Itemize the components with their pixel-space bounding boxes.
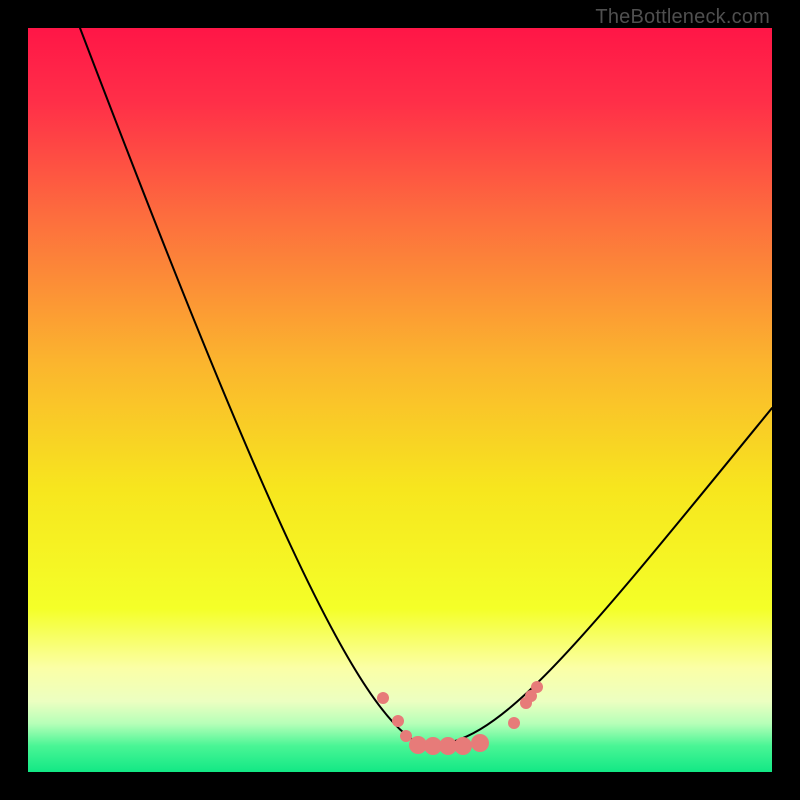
- data-marker: [471, 734, 489, 752]
- data-marker: [531, 681, 543, 693]
- chart-curve-layer: [28, 28, 772, 772]
- bottleneck-curve: [80, 28, 772, 746]
- data-marker: [454, 737, 472, 755]
- chart-frame: TheBottleneck.com: [0, 0, 800, 800]
- data-marker: [508, 717, 520, 729]
- data-marker: [392, 715, 404, 727]
- watermark-text: TheBottleneck.com: [595, 6, 770, 29]
- data-marker: [400, 730, 412, 742]
- marker-group: [377, 681, 543, 755]
- chart-plot-area: [28, 28, 772, 772]
- data-marker: [377, 692, 389, 704]
